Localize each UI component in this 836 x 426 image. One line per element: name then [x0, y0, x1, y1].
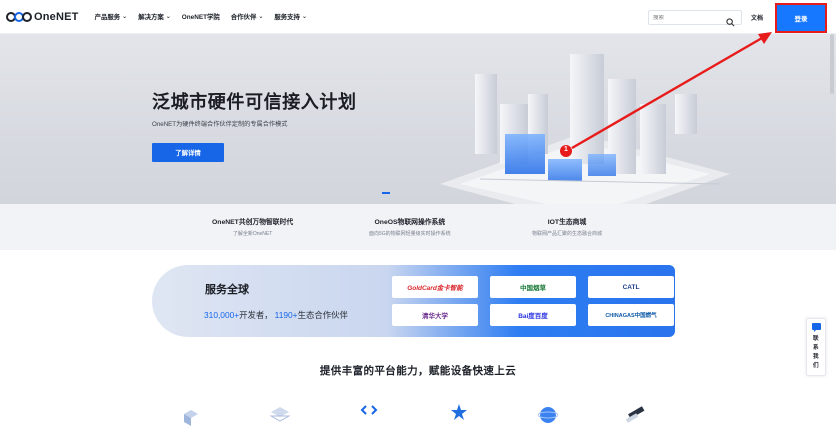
partner-logo-baidu: Bai度百度: [490, 304, 576, 326]
feature-onenet[interactable]: OneNET共创万物智联时代 了解全新OneNET: [212, 216, 293, 237]
login-button[interactable]: 登录: [775, 3, 827, 33]
partner-logo-chinagas: CHINAGAS中国燃气: [588, 304, 674, 326]
hero-subtitle: OneNET为硬件终端合作伙伴定制的专属合作模式: [152, 121, 288, 128]
feature-title: IOT生态商城: [547, 219, 587, 226]
partner-suffix: 生态合作伙伴: [297, 310, 348, 320]
learn-more-button[interactable]: 了解详情: [152, 143, 224, 162]
nav-label: 合作伙伴: [230, 14, 257, 21]
search-icon[interactable]: [726, 14, 735, 32]
search-input[interactable]: [653, 14, 727, 21]
feature-title: OneNET共创万物智联时代: [212, 219, 294, 226]
star-icon: [451, 404, 467, 420]
main-nav: 产品服务 ⌄ 解决方案 ⌄ OneNET学院 合作伙伴 ⌄ 服务支持 ⌄: [95, 12, 318, 21]
nav-label: OneNET学院: [181, 14, 220, 21]
carousel-indicator[interactable]: [382, 192, 390, 194]
nav-item-solutions[interactable]: 解决方案 ⌄: [138, 12, 171, 21]
feature-desc: 面向5G的物联网轻量级实时操作系统: [369, 231, 451, 237]
nav-label: 产品服务: [94, 14, 121, 21]
search-box: [648, 10, 742, 27]
page-scrollbar[interactable]: [830, 34, 834, 94]
nav-label: 服务支持: [274, 14, 300, 21]
chevron-down-icon: ⌄: [122, 14, 128, 20]
docs-link[interactable]: 文档: [751, 13, 763, 22]
chevron-down-icon: ⌄: [301, 14, 307, 20]
partner-logo-goldcard: GoldCard金卡智能: [392, 276, 478, 298]
partner-count: 1190+: [274, 310, 298, 320]
nav-item-products[interactable]: 产品服务 ⌄: [95, 12, 128, 21]
logo-text: OneNET: [34, 10, 79, 23]
feature-strip: OneNET共创万物智联时代 了解全新OneNET OneOS物联网操作系统 面…: [0, 204, 836, 250]
chevron-down-icon: ⌄: [258, 14, 264, 20]
contact-us-widget[interactable]: 联系我们: [806, 318, 826, 376]
contact-us-label: 联系我们: [813, 336, 819, 369]
code-icon: [360, 405, 378, 415]
tool-icon: [625, 406, 645, 423]
service-stats: 310,000+开发者， 1190+生态合作伙伴: [204, 309, 348, 321]
annotation-number: 1: [564, 146, 568, 153]
layers-icon: [270, 407, 290, 422]
developer-suffix: 开发者，: [239, 310, 273, 320]
onenet-logo-icon: [6, 10, 32, 24]
feature-desc: 了解全新OneNET: [232, 231, 273, 237]
nav-item-support[interactable]: 服务支持 ⌄: [274, 12, 307, 21]
chevron-down-icon: ⌄: [165, 14, 171, 20]
platform-section-title: 提供丰富的平台能力，赋能设备快速上云: [319, 365, 517, 377]
service-global-card: 服务全球 310,000+开发者， 1190+生态合作伙伴 GoldCard金卡智…: [152, 265, 675, 337]
service-title: 服务全球: [205, 284, 249, 296]
feature-iot-mall[interactable]: IOT生态商城 物联网产品汇聚的生态融合商城: [532, 216, 602, 237]
onenet-logo[interactable]: OneNET: [6, 0, 79, 34]
feature-title: OneOS物联网操作系统: [374, 219, 446, 226]
feature-oneos[interactable]: OneOS物联网操作系统 面向5G的物联网轻量级实时操作系统: [369, 216, 451, 237]
top-nav-bar: OneNET 产品服务 ⌄ 解决方案 ⌄ OneNET学院 合作伙伴 ⌄ 服务支持 ⌄ …: [0, 0, 836, 34]
partner-logo-catl: CATL: [588, 276, 674, 298]
developer-count: 310,000+: [204, 310, 240, 320]
chat-icon: [812, 323, 821, 332]
partner-logo-china-tobacco: 中国烟草: [490, 276, 576, 298]
hero-title: 泛城市硬件可信接入计划: [152, 92, 357, 112]
nav-item-partners[interactable]: 合作伙伴 ⌄: [231, 12, 264, 21]
feature-desc: 物联网产品汇聚的生态融合商城: [532, 231, 603, 237]
hero-banner: 泛城市硬件可信接入计划 OneNET为硬件终端合作伙伴定制的专属合作模式 了解详…: [0, 34, 836, 204]
nav-label: 解决方案: [138, 14, 164, 21]
device-icon: [184, 410, 198, 426]
globe-icon: [538, 407, 558, 423]
partner-logo-tsinghua: 清华大学: [392, 304, 478, 326]
nav-item-academy[interactable]: OneNET学院: [182, 12, 220, 21]
city-buildings-illustration: [440, 54, 730, 204]
